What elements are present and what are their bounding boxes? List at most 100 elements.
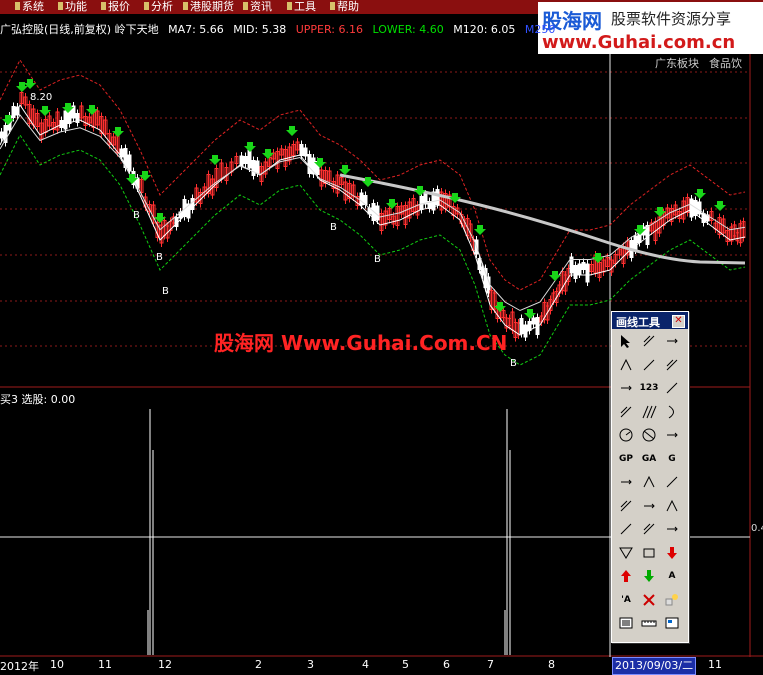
delete-icon[interactable] xyxy=(639,591,659,609)
date-label: 2 xyxy=(255,658,262,671)
b-marker: B xyxy=(330,222,337,233)
gann-grid-icon[interactable]: GA xyxy=(639,450,659,468)
drawing-tools-titlebar[interactable]: 画线工具 ✕ xyxy=(612,312,688,329)
parallel-lines-icon[interactable] xyxy=(662,379,682,397)
triangle-icon[interactable] xyxy=(616,544,636,562)
candle-body xyxy=(523,324,528,338)
candle-body xyxy=(689,198,694,218)
candle-body xyxy=(573,265,578,279)
gann-fan-icon[interactable] xyxy=(662,426,682,444)
candle-body xyxy=(697,201,702,215)
candle-body xyxy=(239,155,244,167)
menu-bullet-icon xyxy=(101,2,106,10)
gann-angles-icon[interactable] xyxy=(662,497,682,515)
candle-body xyxy=(299,144,304,156)
date-label: 10 xyxy=(50,658,64,671)
vertical-bars-icon[interactable] xyxy=(639,497,659,515)
logo-url: www.Guhai.com.cn xyxy=(542,32,736,53)
ray-line-icon[interactable] xyxy=(639,356,659,374)
date-label: 11 xyxy=(708,658,722,671)
candle-body xyxy=(633,235,638,251)
candle-body xyxy=(527,321,532,331)
speed-lines-icon[interactable] xyxy=(639,473,659,491)
date-label: 4 xyxy=(362,658,369,671)
candle-body xyxy=(63,110,68,130)
menu-analysis[interactable]: 分析 xyxy=(144,0,173,14)
menu-quotes[interactable]: 报价 xyxy=(101,0,130,14)
drawing-tools-panel[interactable]: 画线工具 ✕ 123 GP GA G A 'A xyxy=(611,311,689,643)
down-arrow-green-icon[interactable] xyxy=(639,567,659,585)
candle-body xyxy=(375,205,380,221)
ruler-icon[interactable] xyxy=(639,614,659,632)
down-arrow-icon xyxy=(286,126,298,136)
percentage-lines-icon[interactable]: G xyxy=(662,450,682,468)
candle-body xyxy=(531,317,536,325)
down-arrow-icon xyxy=(244,142,256,152)
text-icon[interactable]: A xyxy=(662,567,682,585)
down-arrow-icon xyxy=(474,225,486,235)
cursor-arrow-icon[interactable] xyxy=(616,332,636,350)
notes-icon[interactable] xyxy=(616,614,636,632)
right-axis-value: 0.4 xyxy=(751,523,763,534)
menu-function[interactable]: 功能 xyxy=(58,0,87,14)
candle-body xyxy=(419,196,424,210)
parallel-channel-icon[interactable] xyxy=(616,403,636,421)
close-icon[interactable]: ✕ xyxy=(672,315,685,328)
menu-hk-futures[interactable]: 港股期货 xyxy=(183,0,234,14)
date-label: 12 xyxy=(158,658,172,671)
fibonacci-arc-icon[interactable] xyxy=(639,403,659,421)
b-marker: B xyxy=(156,252,163,263)
date-label: 5 xyxy=(402,658,409,671)
candle-body xyxy=(585,263,590,283)
ma7-value: MA7: 5.66 xyxy=(168,23,224,36)
text-alt-icon[interactable]: 'A xyxy=(616,591,636,609)
sector-label[interactable]: 广东板块 xyxy=(655,57,699,70)
price-label-icon[interactable]: 123 xyxy=(639,379,659,397)
menu-tools[interactable]: 工具 xyxy=(287,0,316,14)
candle-body xyxy=(243,156,248,164)
menu-bullet-icon xyxy=(243,2,248,10)
straight-line-icon[interactable] xyxy=(662,332,682,350)
candle-body xyxy=(127,154,132,172)
fibonacci-lines-icon[interactable] xyxy=(616,473,636,491)
menu-news[interactable]: 资讯 xyxy=(243,0,272,14)
shapes-icon[interactable] xyxy=(662,591,682,609)
logo-slogan: 股票软件资源分享 xyxy=(611,10,732,28)
vertical-line-icon[interactable] xyxy=(616,379,636,397)
candle-body xyxy=(359,192,364,206)
candle-body xyxy=(0,131,4,139)
date-label: 2012年 xyxy=(0,660,39,673)
ellipse-icon[interactable] xyxy=(639,426,659,444)
candle-body xyxy=(247,149,252,169)
arrow-line-icon[interactable] xyxy=(616,356,636,374)
arc-icon[interactable] xyxy=(662,403,682,421)
circle-icon[interactable] xyxy=(616,426,636,444)
candle-body xyxy=(519,318,524,334)
candlesticks xyxy=(0,88,746,342)
angle-fan-icon[interactable] xyxy=(662,520,682,538)
menu-bullet-icon xyxy=(58,2,63,10)
indicator-info-bar: 广弘控股(日线,前复权) 岭下天地 MA7: 5.66 MID: 5.38 UP… xyxy=(0,21,561,37)
up-arrow-red-icon[interactable] xyxy=(616,567,636,585)
date-label: 11 xyxy=(98,658,112,671)
indicator-pane xyxy=(147,409,511,655)
settings-icon[interactable] xyxy=(662,614,682,632)
watermark-text: 股海网 Www.Guhai.Com.CN xyxy=(214,331,508,355)
menu-help[interactable]: 帮助 xyxy=(330,0,359,14)
candle-body xyxy=(303,147,308,157)
menu-system[interactable]: 系统 xyxy=(15,0,44,14)
horizontal-ray-icon[interactable] xyxy=(662,356,682,374)
cycle-lines-icon[interactable] xyxy=(616,497,636,515)
line-segment-icon[interactable] xyxy=(639,332,659,350)
wave-icon[interactable] xyxy=(662,473,682,491)
bars-icon[interactable] xyxy=(616,520,636,538)
rectangle-icon[interactable] xyxy=(639,544,659,562)
fan-icon[interactable] xyxy=(639,520,659,538)
menu-bullet-icon xyxy=(330,2,335,10)
sector-label[interactable]: 食品饮 xyxy=(709,57,742,70)
down-arrow-icon xyxy=(339,165,351,175)
b-marker: B xyxy=(162,286,169,297)
down-arrow-red-icon[interactable] xyxy=(662,544,682,562)
sector-labels: 广东板块 食品饮 xyxy=(655,55,752,71)
golden-ratio-icon[interactable]: GP xyxy=(616,450,636,468)
